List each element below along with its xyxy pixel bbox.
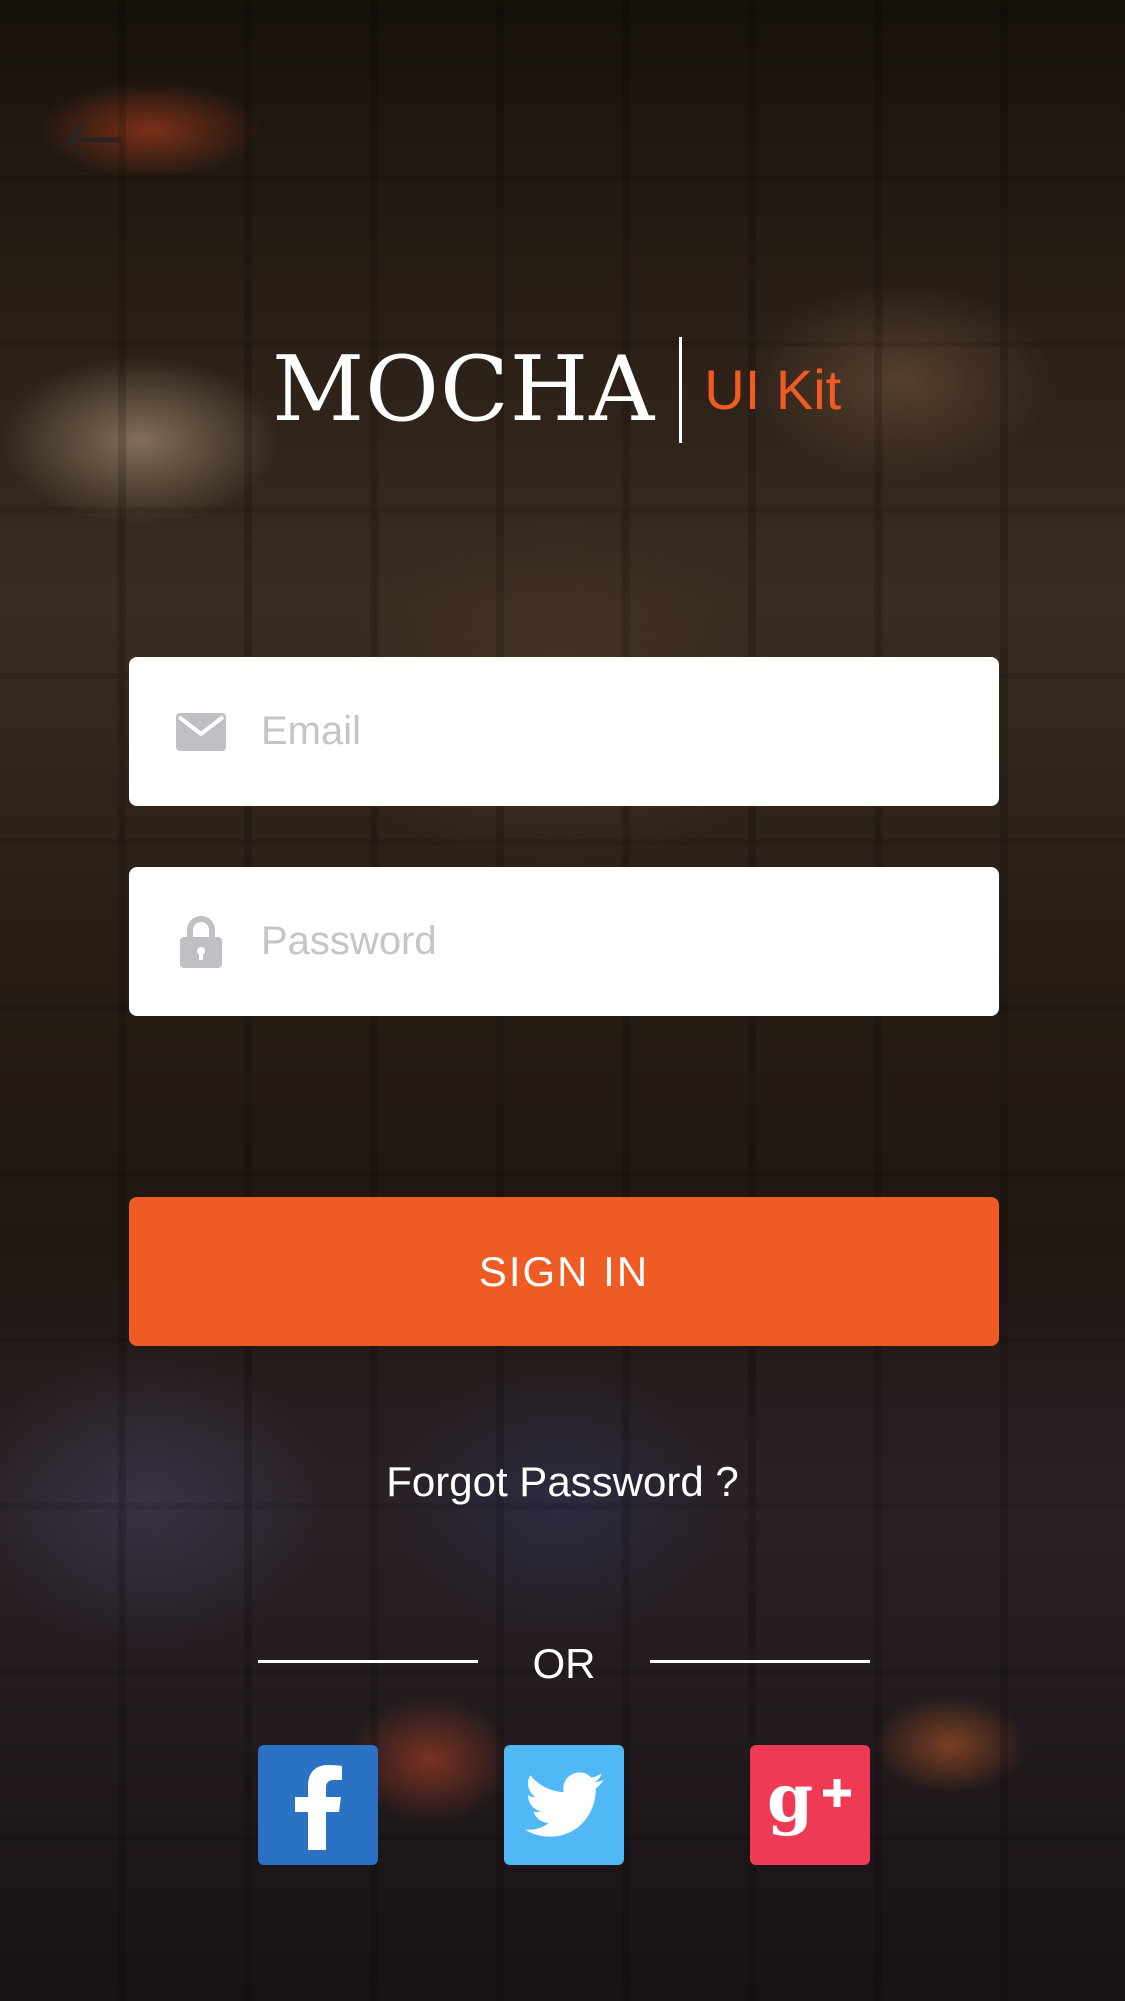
email-field[interactable]: [129, 657, 999, 806]
forgot-password-link[interactable]: Forgot Password ?: [0, 1458, 1125, 1506]
twitter-button[interactable]: [504, 1745, 624, 1865]
app-logo: MOCHA UI Kit: [272, 335, 841, 445]
facebook-button[interactable]: [258, 1745, 378, 1865]
arrow-left-icon: [64, 121, 121, 159]
or-line-right: [650, 1660, 870, 1663]
sign-in-button[interactable]: SIGN IN: [129, 1197, 999, 1346]
google-plus-icon: g: [767, 1763, 851, 1837]
google-plus-button[interactable]: g: [750, 1745, 870, 1865]
logo-divider: [679, 337, 683, 443]
logo-suffix: UI Kit: [704, 358, 842, 421]
svg-text:g: g: [767, 1763, 813, 1837]
back-button[interactable]: [58, 110, 124, 170]
password-input[interactable]: [261, 867, 901, 1016]
email-input[interactable]: [261, 657, 901, 806]
envelope-icon: [175, 712, 227, 751]
or-label: OR: [532, 1640, 596, 1687]
password-field[interactable]: [129, 867, 999, 1016]
or-divider: OR: [258, 1635, 870, 1695]
lock-icon: [175, 915, 227, 968]
facebook-icon: [295, 1765, 342, 1850]
logo-brand: MOCHA: [272, 337, 656, 442]
twitter-icon: [524, 1772, 604, 1837]
